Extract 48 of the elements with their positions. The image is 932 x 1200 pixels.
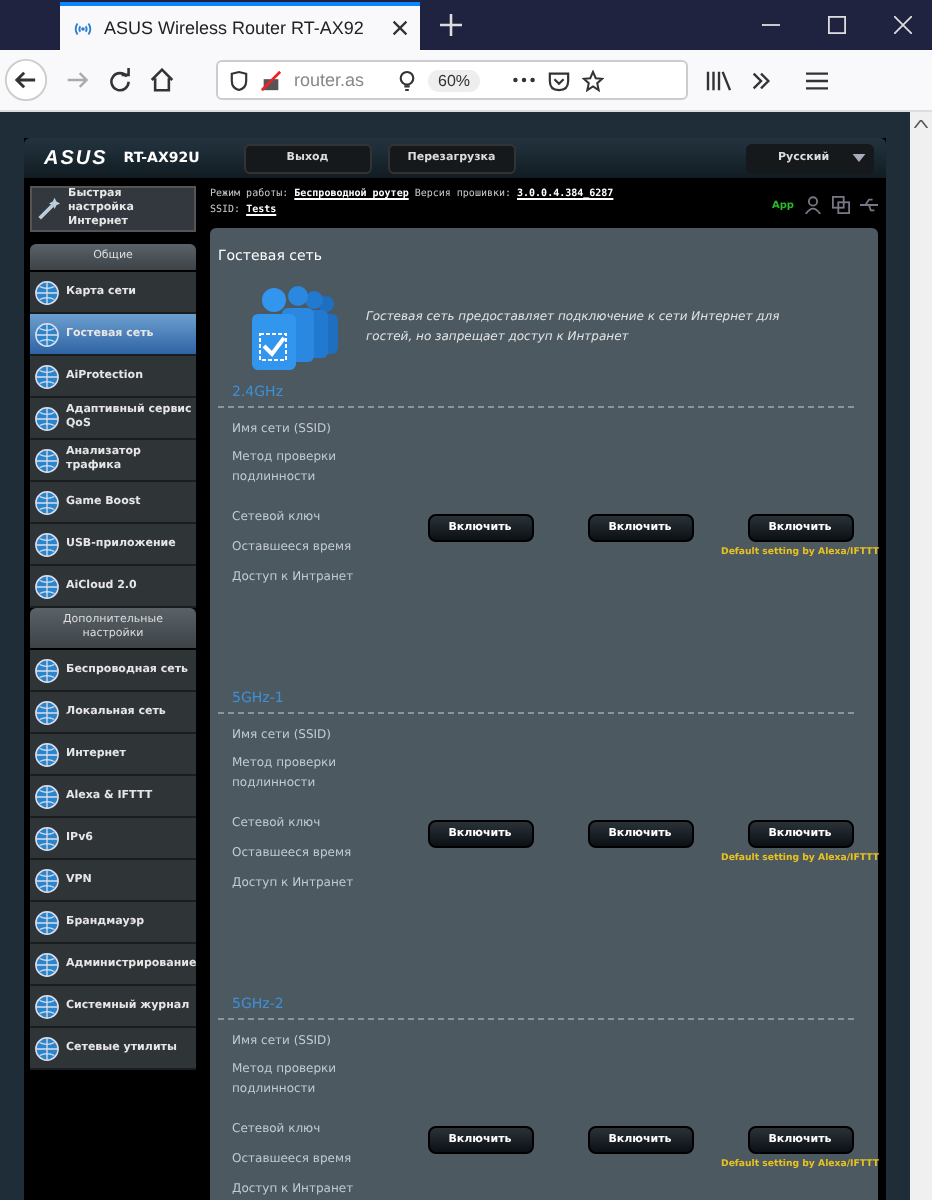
- usb-icon[interactable]: [860, 196, 878, 214]
- globe-icon: [34, 699, 60, 725]
- lightbulb-icon[interactable]: [398, 69, 416, 91]
- close-icon[interactable]: [392, 20, 408, 36]
- wifi-icon: [72, 17, 94, 39]
- user-icon[interactable]: [804, 196, 822, 214]
- address-bar[interactable]: router.as 60%: [216, 60, 688, 100]
- globe-icon: [34, 993, 60, 1019]
- zoom-badge[interactable]: 60%: [428, 69, 481, 91]
- globe-icon: [34, 573, 60, 599]
- globe-icon: [34, 951, 60, 977]
- home-icon[interactable]: [150, 68, 174, 92]
- globe-icon: [34, 1035, 60, 1061]
- globe-icon: [34, 531, 60, 557]
- insecure-lock-icon: [260, 69, 282, 91]
- more-icon[interactable]: [512, 76, 537, 84]
- reload-icon[interactable]: [108, 68, 132, 92]
- pocket-icon[interactable]: [548, 69, 571, 91]
- globe-icon: [34, 447, 60, 473]
- menu-icon[interactable]: [806, 69, 828, 91]
- globe-icon: [34, 657, 60, 683]
- scrollbar[interactable]: [910, 112, 932, 1200]
- globe-icon: [34, 363, 60, 389]
- url-text: router.as: [294, 70, 367, 90]
- globe-icon: [34, 909, 60, 935]
- globe-icon: [34, 489, 60, 515]
- globe-icon: [34, 741, 60, 767]
- copy-icon[interactable]: [832, 196, 850, 214]
- tab-title: ASUS Wireless Router RT-AX92: [104, 18, 366, 38]
- forward-icon: [66, 68, 90, 92]
- globe-icon: [34, 825, 60, 851]
- logo: ASUS: [44, 147, 108, 169]
- library-icon[interactable]: [706, 69, 732, 91]
- back-icon[interactable]: [4, 58, 48, 102]
- maximize-icon[interactable]: [828, 16, 846, 34]
- shield-icon: [230, 69, 248, 91]
- star-icon[interactable]: [582, 69, 605, 91]
- globe-icon: [34, 405, 60, 431]
- new-tab-icon[interactable]: [440, 14, 462, 36]
- browser-tab[interactable]: ASUS Wireless Router RT-AX92: [60, 2, 420, 50]
- overflow-icon[interactable]: [750, 69, 772, 91]
- caret-icon: [852, 154, 866, 162]
- globe-icon: [34, 321, 60, 347]
- globe-icon: [34, 279, 60, 305]
- scroll-up-icon[interactable]: [914, 120, 928, 128]
- wand-icon: [36, 196, 62, 222]
- globe-icon: [34, 783, 60, 809]
- globe-icon: [34, 867, 60, 893]
